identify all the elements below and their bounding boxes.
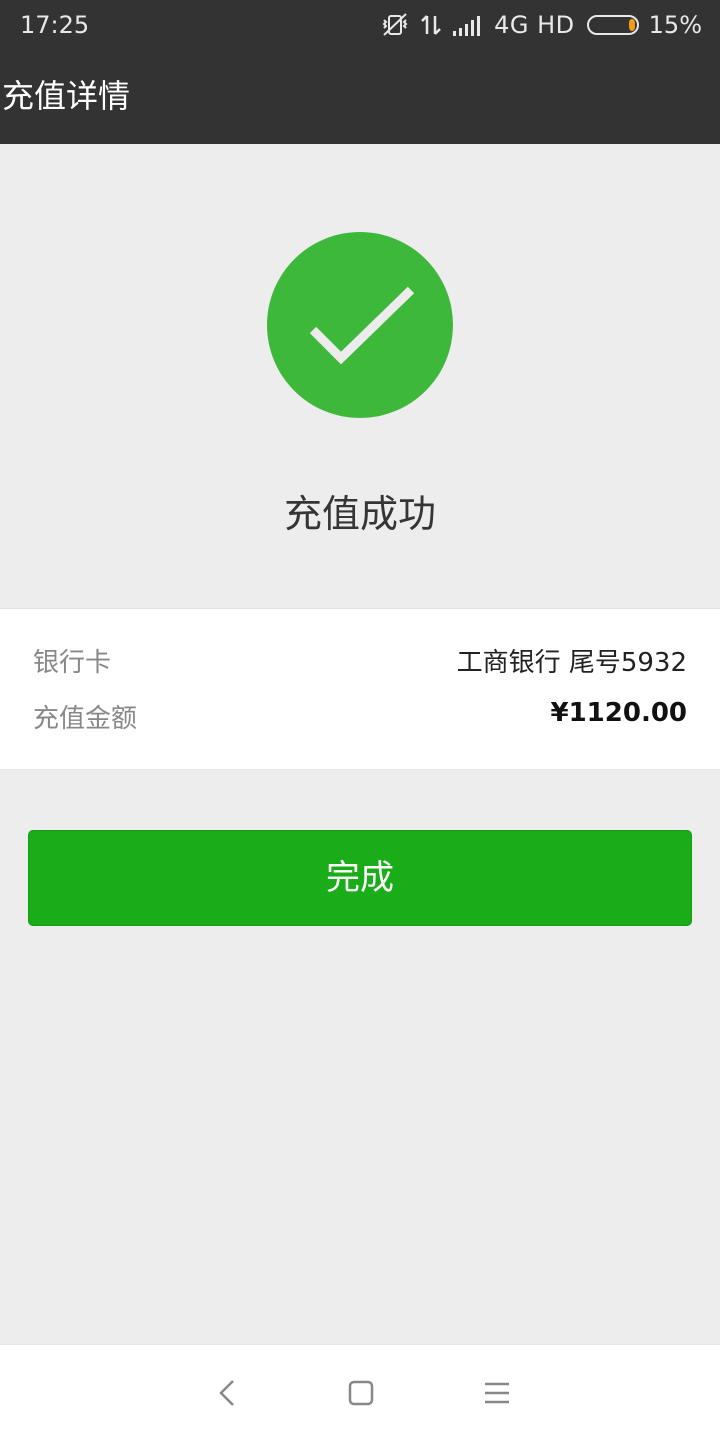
home-icon[interactable] (341, 1373, 381, 1413)
status-icons: 4G HD 15% (380, 9, 702, 41)
back-icon[interactable] (208, 1373, 248, 1413)
status-time: 17:25 (20, 11, 90, 39)
bank-card-row: 银行卡 工商银行 尾号5932 (33, 643, 687, 683)
checkmark-icon (267, 232, 453, 418)
menu-icon[interactable] (477, 1373, 517, 1413)
detail-card: 银行卡 工商银行 尾号5932 充值金额 ¥1120.00 (0, 608, 720, 770)
bank-card-label: 银行卡 (33, 648, 112, 678)
network-label: 4G HD (494, 11, 575, 39)
status-bar: 17:25 4G HD 15% (0, 0, 720, 50)
done-button[interactable]: 完成 (28, 830, 692, 926)
vibrate-off-icon (380, 12, 410, 38)
system-nav-bar (0, 1344, 720, 1440)
signal-bars-icon (452, 13, 484, 37)
app-bar: 充值详情 (0, 50, 720, 144)
amount-label: 充值金额 (33, 704, 138, 734)
battery-percent: 15% (648, 11, 702, 39)
battery-icon (586, 14, 641, 36)
amount-row: 充值金额 ¥1120.00 (33, 698, 687, 739)
data-transfer-icon (420, 12, 442, 38)
bank-card-value: 工商银行 尾号5932 (456, 648, 687, 678)
page-title: 充值详情 (2, 77, 131, 115)
result-title: 充值成功 (283, 492, 436, 536)
amount-value: ¥1120.00 (550, 698, 687, 728)
